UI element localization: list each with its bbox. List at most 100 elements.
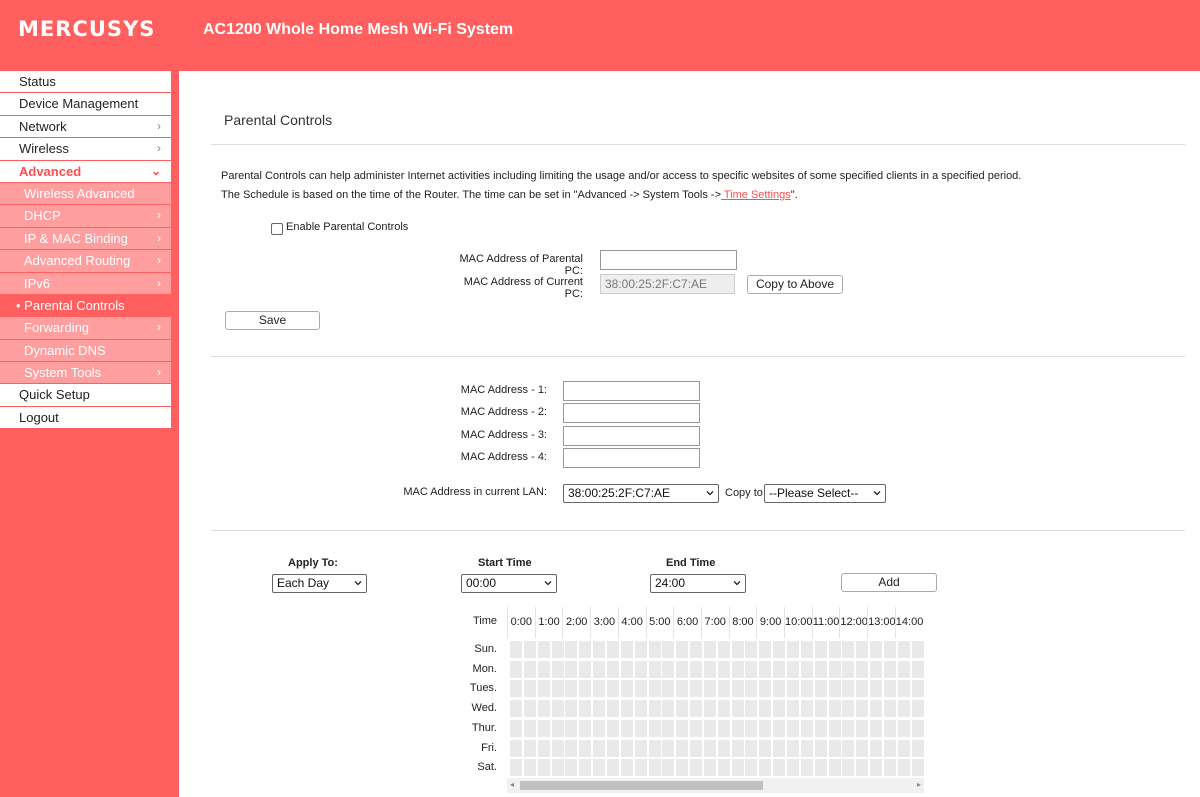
schedule-cell[interactable] (870, 719, 883, 737)
schedule-cell[interactable] (800, 680, 813, 698)
schedule-cell[interactable] (634, 641, 647, 658)
schedule-cell[interactable] (870, 759, 883, 777)
schedule-cell[interactable] (883, 700, 896, 718)
schedule-cell[interactable] (690, 739, 703, 757)
schedule-cell[interactable] (634, 680, 647, 698)
schedule-cell[interactable] (579, 719, 592, 737)
schedule-cell[interactable] (897, 759, 910, 777)
schedule-cell[interactable] (676, 700, 689, 718)
schedule-cell[interactable] (745, 660, 758, 678)
sidebar-item-ip-mac-binding[interactable]: IP & MAC Binding › (0, 227, 171, 251)
schedule-cell[interactable] (773, 660, 786, 678)
schedule-cell[interactable] (510, 719, 522, 737)
schedule-cell[interactable] (828, 641, 841, 658)
schedule-cell[interactable] (634, 719, 647, 737)
schedule-cell[interactable] (523, 660, 536, 678)
schedule-cell[interactable] (676, 739, 689, 757)
schedule-cell[interactable] (593, 700, 606, 718)
schedule-cell[interactable] (800, 759, 813, 777)
schedule-cell[interactable] (911, 700, 924, 718)
schedule-cell[interactable] (510, 660, 522, 678)
copy-to-above-button[interactable]: Copy to Above (747, 275, 843, 294)
schedule-cell[interactable] (662, 739, 675, 757)
schedule-cell[interactable] (911, 739, 924, 757)
schedule-cell[interactable] (745, 739, 758, 757)
mac-parental-input[interactable] (600, 250, 737, 270)
schedule-cell[interactable] (606, 680, 619, 698)
schedule-cell[interactable] (579, 700, 592, 718)
schedule-cell[interactable] (911, 660, 924, 678)
schedule-cell[interactable] (883, 759, 896, 777)
schedule-cell[interactable] (634, 759, 647, 777)
schedule-cell[interactable] (593, 680, 606, 698)
scrollbar-thumb[interactable] (520, 781, 763, 790)
scroll-left-icon[interactable]: ◂ (510, 781, 514, 789)
schedule-cell[interactable] (731, 660, 744, 678)
schedule-cell[interactable] (510, 759, 522, 777)
schedule-cell[interactable] (759, 739, 772, 757)
schedule-cell[interactable] (620, 660, 633, 678)
schedule-cell[interactable] (828, 680, 841, 698)
schedule-cell[interactable] (690, 759, 703, 777)
schedule-cell[interactable] (662, 759, 675, 777)
schedule-cell[interactable] (648, 660, 661, 678)
schedule-cell[interactable] (773, 759, 786, 777)
schedule-cell[interactable] (703, 739, 716, 757)
schedule-cell[interactable] (897, 660, 910, 678)
schedule-cell[interactable] (787, 759, 799, 777)
schedule-cell[interactable] (842, 700, 855, 718)
schedule-cell[interactable] (690, 680, 703, 698)
schedule-cell[interactable] (759, 700, 772, 718)
copy-to-select[interactable]: --Please Select-- (764, 484, 886, 503)
schedule-cell[interactable] (593, 641, 606, 658)
schedule-cell[interactable] (537, 719, 550, 737)
schedule-cell[interactable] (842, 759, 855, 777)
schedule-cell[interactable] (745, 700, 758, 718)
schedule-cell[interactable] (731, 759, 744, 777)
schedule-cell[interactable] (897, 700, 910, 718)
schedule-cell[interactable] (606, 739, 619, 757)
schedule-cell[interactable] (703, 759, 716, 777)
end-time-select[interactable]: 24:00 (650, 574, 746, 593)
schedule-cell[interactable] (565, 759, 578, 777)
schedule-cell[interactable] (620, 700, 633, 718)
schedule-cell[interactable] (620, 641, 633, 658)
schedule-cell[interactable] (565, 641, 578, 658)
sidebar-item-quick-setup[interactable]: Quick Setup (0, 384, 171, 407)
schedule-cell[interactable] (551, 719, 564, 737)
schedule-cell[interactable] (745, 719, 758, 737)
schedule-cell[interactable] (773, 700, 786, 718)
schedule-cell[interactable] (814, 719, 827, 737)
schedule-cell[interactable] (676, 759, 689, 777)
schedule-cell[interactable] (510, 700, 522, 718)
schedule-cell[interactable] (800, 660, 813, 678)
schedule-cell[interactable] (814, 660, 827, 678)
schedule-cell[interactable] (842, 739, 855, 757)
schedule-cell[interactable] (870, 660, 883, 678)
schedule-cell[interactable] (828, 719, 841, 737)
schedule-cell[interactable] (537, 680, 550, 698)
schedule-cell[interactable] (911, 680, 924, 698)
schedule-cell[interactable] (856, 719, 869, 737)
schedule-cell[interactable] (579, 759, 592, 777)
schedule-cell[interactable] (579, 739, 592, 757)
sidebar-item-dhcp[interactable]: DHCP › (0, 205, 171, 228)
schedule-cell[interactable] (620, 759, 633, 777)
schedule-cell[interactable] (579, 641, 592, 658)
schedule-cell[interactable] (897, 680, 910, 698)
schedule-cell[interactable] (717, 719, 730, 737)
schedule-cell[interactable] (800, 739, 813, 757)
sidebar-item-device-management[interactable]: Device Management (0, 93, 171, 116)
schedule-cell[interactable] (620, 739, 633, 757)
schedule-cell[interactable] (773, 641, 786, 658)
schedule-cell[interactable] (883, 719, 896, 737)
schedule-cell[interactable] (842, 641, 855, 658)
schedule-cell[interactable] (870, 641, 883, 658)
schedule-cell[interactable] (703, 660, 716, 678)
enable-parental-controls-checkbox[interactable] (271, 223, 283, 235)
schedule-cell[interactable] (745, 759, 758, 777)
schedule-cell[interactable] (523, 759, 536, 777)
schedule-cell[interactable] (648, 719, 661, 737)
sidebar-item-logout[interactable]: Logout (0, 406, 171, 430)
schedule-cell[interactable] (703, 641, 716, 658)
